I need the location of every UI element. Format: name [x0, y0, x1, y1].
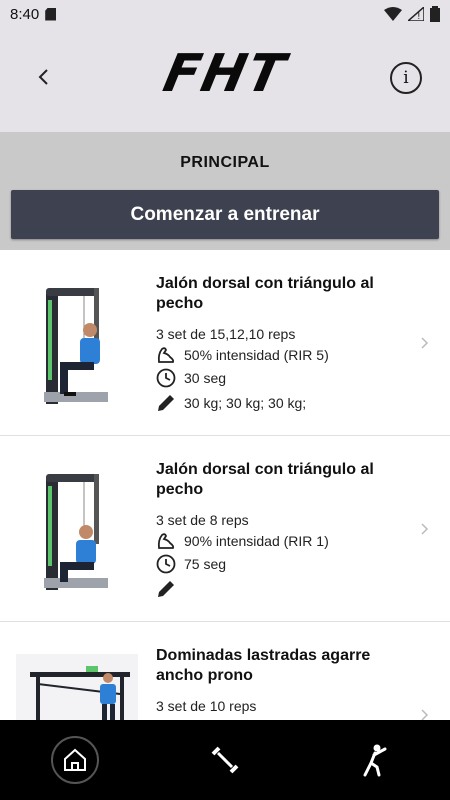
nav-stretch[interactable] — [300, 720, 450, 800]
bottom-nav — [0, 720, 450, 800]
app-logo: FHT — [158, 44, 292, 104]
notes-row — [156, 579, 184, 599]
home-button[interactable] — [51, 736, 99, 784]
rest-text: 30 seg — [184, 370, 227, 386]
wifi-icon — [384, 7, 402, 21]
exercise-title: Jalón dorsal con triángulo al pecho — [156, 461, 374, 498]
exercise-title: Dominadas lastradas agarre ancho prono — [156, 647, 371, 684]
info-icon: i — [403, 68, 409, 88]
exercise-thumbnail — [44, 474, 108, 590]
battery-icon — [430, 6, 440, 22]
intensity-row: 50% intensidad (RIR 5) — [156, 346, 329, 364]
rest-row: 30 seg — [156, 368, 226, 388]
intensity-text: 50% intensidad (RIR 5) — [184, 347, 329, 363]
dumbbell-icon — [211, 746, 239, 774]
flexed-arm-icon — [157, 347, 175, 363]
rest-row: 75 seg — [156, 554, 226, 574]
home-icon — [64, 748, 86, 771]
flexed-arm-icon — [157, 533, 175, 549]
exercise-list[interactable]: Jalón dorsal con triángulo al pecho 3 se… — [0, 250, 450, 720]
exercise-card[interactable]: Jalón dorsal con triángulo al pecho 3 se… — [0, 436, 450, 622]
clock-icon — [156, 368, 176, 388]
exercise-sets: 3 set de 15,12,10 reps — [156, 326, 296, 342]
sd-card-icon — [45, 7, 57, 21]
signal-icon: ! — [408, 7, 424, 21]
back-button[interactable] — [28, 62, 58, 92]
intensity-row: 90% intensidad (RIR 1) — [156, 532, 329, 550]
chevron-right-icon — [421, 523, 429, 535]
exercise-card[interactable]: Jalón dorsal con triángulo al pecho 3 se… — [0, 250, 450, 436]
status-bar: 8:40 ! — [0, 0, 450, 28]
exercise-card[interactable]: Dominadas lastradas agarre ancho prono 3… — [0, 622, 450, 720]
section-bar: PRINCIPAL Comenzar a entrenar — [0, 132, 450, 250]
intensity-text: 90% intensidad (RIR 1) — [184, 533, 329, 549]
exercise-sets: 3 set de 10 reps — [156, 698, 257, 714]
section-title: PRINCIPAL — [180, 154, 270, 171]
chevron-left-icon — [38, 69, 48, 85]
exercise-sets: 3 set de 8 reps — [156, 512, 249, 528]
start-training-button[interactable]: Comenzar a entrenar — [11, 190, 439, 239]
chevron-right-icon — [421, 709, 429, 720]
stretching-icon — [363, 744, 387, 777]
notes-row: 30 kg; 30 kg; 30 kg; — [156, 393, 306, 413]
notes-text: 30 kg; 30 kg; 30 kg; — [184, 395, 307, 411]
status-time: 8:40 — [10, 5, 40, 23]
svg-text:!: ! — [417, 12, 421, 21]
info-button[interactable]: i — [390, 62, 422, 94]
clock-icon — [156, 554, 176, 574]
exercise-thumbnail — [16, 654, 138, 720]
nav-workout[interactable] — [150, 720, 300, 800]
chevron-right-icon — [421, 337, 429, 349]
app-header: FHT i — [0, 28, 450, 132]
nav-home[interactable] — [0, 720, 150, 800]
exercise-thumbnail — [44, 288, 108, 404]
pencil-icon — [158, 395, 174, 411]
pencil-icon — [158, 581, 174, 597]
rest-text: 75 seg — [184, 556, 227, 572]
status-icons: ! — [384, 6, 440, 22]
exercise-title: Jalón dorsal con triángulo al pecho — [156, 275, 374, 312]
